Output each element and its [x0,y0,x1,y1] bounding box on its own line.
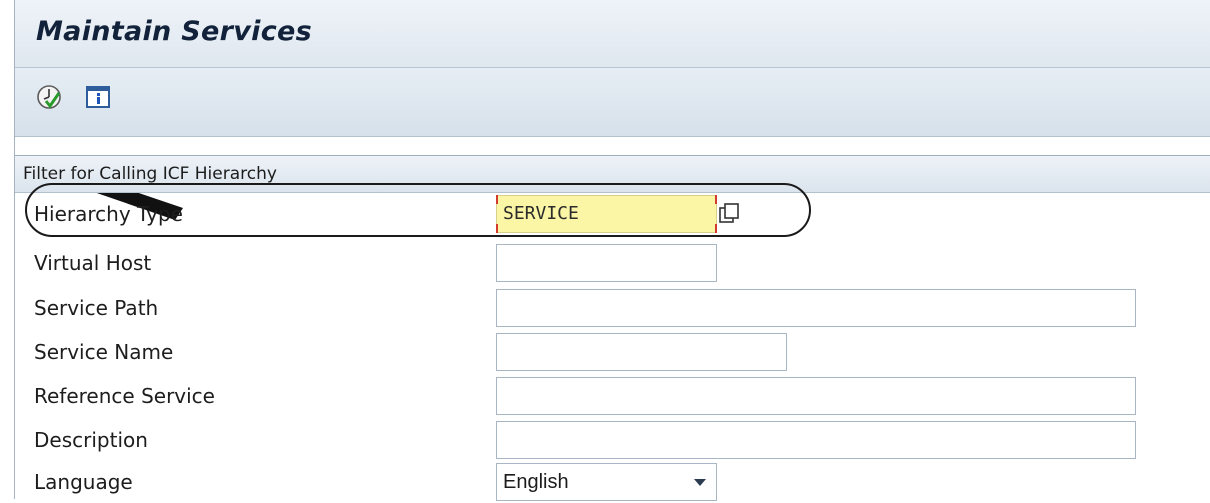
filter-panel-heading: Filter for Calling ICF Hierarchy [15,156,1210,193]
reference-service-label: Reference Service [34,384,215,408]
page-title: Maintain Services [36,16,312,47]
hierarchy-type-row: Hierarchy Type SERVICE [15,195,1210,235]
hierarchy-type-field[interactable]: SERVICE [496,195,717,233]
value-help-icon [719,203,739,223]
reference-service-field[interactable] [496,377,1136,415]
required-marker [496,224,498,233]
info-button[interactable] [85,84,111,110]
value-help-button[interactable] [717,199,745,229]
description-label: Description [34,428,148,452]
language-select-value: English [503,471,569,493]
service-path-label: Service Path [34,296,159,320]
virtual-host-row: Virtual Host [15,244,1210,284]
reference-service-row: Reference Service [15,377,1210,417]
language-label: Language [34,470,133,494]
execute-button[interactable] [36,84,62,110]
execute-icon [37,85,61,109]
virtual-host-field[interactable] [496,244,717,282]
service-path-row: Service Path [15,289,1210,329]
service-path-field[interactable] [496,289,1136,327]
language-row: Language English [15,463,1210,503]
language-select[interactable]: English [496,463,717,501]
application-toolbar [15,68,1210,220]
service-name-label: Service Name [34,340,174,364]
sap-window: Maintain Services Filter for Calling ICF… [14,0,1210,501]
service-name-row: Service Name [15,333,1210,373]
virtual-host-label: Virtual Host [34,251,152,275]
required-marker [496,195,498,204]
chevron-down-icon[interactable] [694,479,706,486]
description-field[interactable] [496,421,1136,459]
hierarchy-type-label: Hierarchy Type [34,202,183,226]
title-bar: Maintain Services [15,0,1210,68]
service-name-field[interactable] [496,333,787,371]
info-icon [86,86,110,108]
description-row: Description [15,421,1210,461]
